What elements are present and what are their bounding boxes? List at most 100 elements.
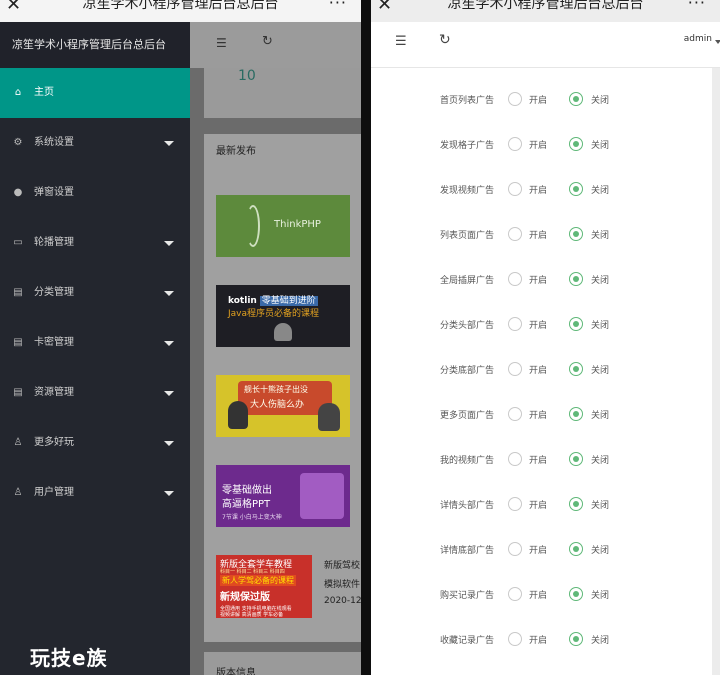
radio-close-label[interactable]: 关闭 — [591, 318, 609, 331]
radio-close[interactable] — [569, 227, 583, 241]
sidebar-item[interactable]: ▤ 资源管理 — [0, 368, 190, 418]
radio-open[interactable] — [508, 272, 522, 286]
radio-close[interactable] — [569, 92, 583, 106]
list-icon: ▤ — [13, 287, 23, 298]
more-icon[interactable]: ··· — [688, 0, 706, 14]
radio-close[interactable] — [569, 497, 583, 511]
setting-label: 首页列表广告 — [439, 96, 494, 106]
radio-close-label[interactable]: 关闭 — [591, 408, 609, 421]
radio-close[interactable] — [569, 407, 583, 421]
user-menu[interactable]: admin — [684, 34, 720, 44]
radio-open[interactable] — [508, 542, 522, 556]
radio-open-label[interactable]: 开启 — [529, 408, 547, 421]
radio-open[interactable] — [508, 92, 522, 106]
radio-open[interactable] — [508, 362, 522, 376]
radio-close-label[interactable]: 关闭 — [591, 363, 609, 376]
sidebar-nav: ⌂ 主页 ⚙ 系统设置 ● 弹窗设置 ▭ 轮播管理 ▤ 分类管理 ▤ 卡密管理 ▤ 资源管理 ♙ 更多好玩 ♙ 用… — [0, 68, 190, 518]
sidebar: 凉笙学术小程序管理后台总后台 ⌂ 主页 ⚙ 系统设置 ● 弹窗设置 ▭ 轮播管理 ▤ 分类管理 ▤ 卡… — [0, 22, 190, 675]
menu-toggle-icon[interactable]: ☰ — [216, 36, 227, 50]
thumb-text: 新规保过版 — [220, 592, 270, 603]
radio-open-label[interactable]: 开启 — [529, 498, 547, 511]
radio-open-label[interactable]: 开启 — [529, 318, 547, 331]
dot-icon: ● — [13, 187, 23, 198]
content-header: ☰ ↻ — [190, 22, 361, 68]
image-icon: ▭ — [13, 237, 23, 248]
list-icon: ▤ — [13, 337, 23, 348]
left-phone: ✕ 凉笙学术小程序管理后台总后台 ··· 凉笙学术小程序管理后台总后台 ⌂ 主页 ⚙… — [0, 0, 361, 675]
setting-row: 分类头部广告 开启 关闭 — [371, 298, 712, 343]
radio-open-label[interactable]: 开启 — [529, 588, 547, 601]
radio-open-label[interactable]: 开启 — [529, 138, 547, 151]
radio-close-label[interactable]: 关闭 — [591, 543, 609, 556]
chevron-down-icon — [164, 491, 174, 496]
radio-close-label[interactable]: 关闭 — [591, 453, 609, 466]
screenshot-root: ✕ 凉笙学术小程序管理后台总后台 ··· 凉笙学术小程序管理后台总后台 ⌂ 主页 ⚙… — [0, 0, 720, 675]
sidebar-item[interactable]: ▤ 卡密管理 — [0, 318, 190, 368]
cartoon-thumbnail[interactable]: 舰长十熊孩子出没 大人伤脑么办 — [216, 375, 350, 437]
radio-close[interactable] — [569, 452, 583, 466]
radio-close-label[interactable]: 关闭 — [591, 93, 609, 106]
radio-close[interactable] — [569, 632, 583, 646]
refresh-icon[interactable]: ↻ — [439, 32, 451, 48]
driving-course-thumbnail[interactable]: 新版全套学车教程 科目一 科目二 科目三 科目四 新人学驾必备的课程 新规保过版… — [216, 555, 312, 618]
radio-open[interactable] — [508, 227, 522, 241]
radio-open-label[interactable]: 开启 — [529, 93, 547, 106]
radio-close-label[interactable]: 关闭 — [591, 588, 609, 601]
radio-close-label[interactable]: 关闭 — [591, 633, 609, 646]
setting-row: 更多页面广告 开启 关闭 — [371, 388, 712, 433]
radio-open[interactable] — [508, 587, 522, 601]
sidebar-item[interactable]: ⚙ 系统设置 — [0, 118, 190, 168]
watermark-text: 玩技e族 — [30, 646, 108, 670]
refresh-icon[interactable]: ↻ — [262, 34, 273, 49]
radio-close[interactable] — [569, 272, 583, 286]
thumb-text-a: kotlin — [228, 296, 257, 306]
radio-close[interactable] — [569, 542, 583, 556]
radio-close-label[interactable]: 关闭 — [591, 228, 609, 241]
ad-settings-form: 首页列表广告 开启 关闭 发现格子广告 开启 关闭 发现视频广告 开启 关闭 列表页面广告 开启 关闭… — [371, 68, 712, 675]
radio-close[interactable] — [569, 182, 583, 196]
sidebar-item[interactable]: ♙ 用户管理 — [0, 468, 190, 518]
user-icon: ♙ — [13, 437, 23, 448]
sidebar-item[interactable]: ▭ 轮播管理 — [0, 218, 190, 268]
radio-open-label[interactable]: 开启 — [529, 273, 547, 286]
thinkphp-thumbnail[interactable]: ThinkPHP — [216, 195, 350, 257]
ppt-thumbnail[interactable]: 零基础做出 高逼格PPT 7节课 小白马上变大神 — [216, 465, 350, 527]
item-title[interactable]: 模拟软件 — [324, 577, 360, 590]
radio-open[interactable] — [508, 632, 522, 646]
radio-close-label[interactable]: 关闭 — [591, 183, 609, 196]
more-icon[interactable]: ··· — [329, 0, 347, 14]
radio-close[interactable] — [569, 137, 583, 151]
radio-open[interactable] — [508, 137, 522, 151]
radio-close[interactable] — [569, 362, 583, 376]
radio-open-label[interactable]: 开启 — [529, 453, 547, 466]
sidebar-item[interactable]: ● 弹窗设置 — [0, 168, 190, 218]
menu-toggle-icon[interactable]: ☰ — [395, 34, 407, 49]
sidebar-item[interactable]: ♙ 更多好玩 — [0, 418, 190, 468]
content-header: ☰ ↻ admin — [371, 22, 720, 68]
item-title[interactable]: 新版驾校 — [324, 558, 360, 571]
radio-open-label[interactable]: 开启 — [529, 228, 547, 241]
sidebar-item-label: 轮播管理 — [34, 237, 74, 248]
setting-row: 详情底部广告 开启 关闭 — [371, 523, 712, 568]
sidebar-item[interactable]: ⌂ 主页 — [0, 68, 190, 118]
radio-open[interactable] — [508, 317, 522, 331]
radio-open[interactable] — [508, 452, 522, 466]
sidebar-item[interactable]: ▤ 分类管理 — [0, 268, 190, 318]
radio-open-label[interactable]: 开启 — [529, 183, 547, 196]
radio-open-label[interactable]: 开启 — [529, 363, 547, 376]
radio-open-label[interactable]: 开启 — [529, 633, 547, 646]
radio-close-label[interactable]: 关闭 — [591, 273, 609, 286]
radio-open-label[interactable]: 开启 — [529, 543, 547, 556]
setting-row: 我的视频广告 开启 关闭 — [371, 433, 712, 478]
radio-open[interactable] — [508, 407, 522, 421]
kotlin-thumbnail[interactable]: kotlin 零基础到进阶 Java程序员必备的课程 — [216, 285, 350, 347]
radio-close[interactable] — [569, 587, 583, 601]
setting-label: 分类底部广告 — [439, 366, 494, 376]
radio-close-label[interactable]: 关闭 — [591, 138, 609, 151]
radio-open[interactable] — [508, 182, 522, 196]
radio-close[interactable] — [569, 317, 583, 331]
thumb-text: 零基础做出 — [222, 485, 272, 496]
radio-open[interactable] — [508, 497, 522, 511]
list-icon: ▤ — [13, 387, 23, 398]
radio-close-label[interactable]: 关闭 — [591, 498, 609, 511]
